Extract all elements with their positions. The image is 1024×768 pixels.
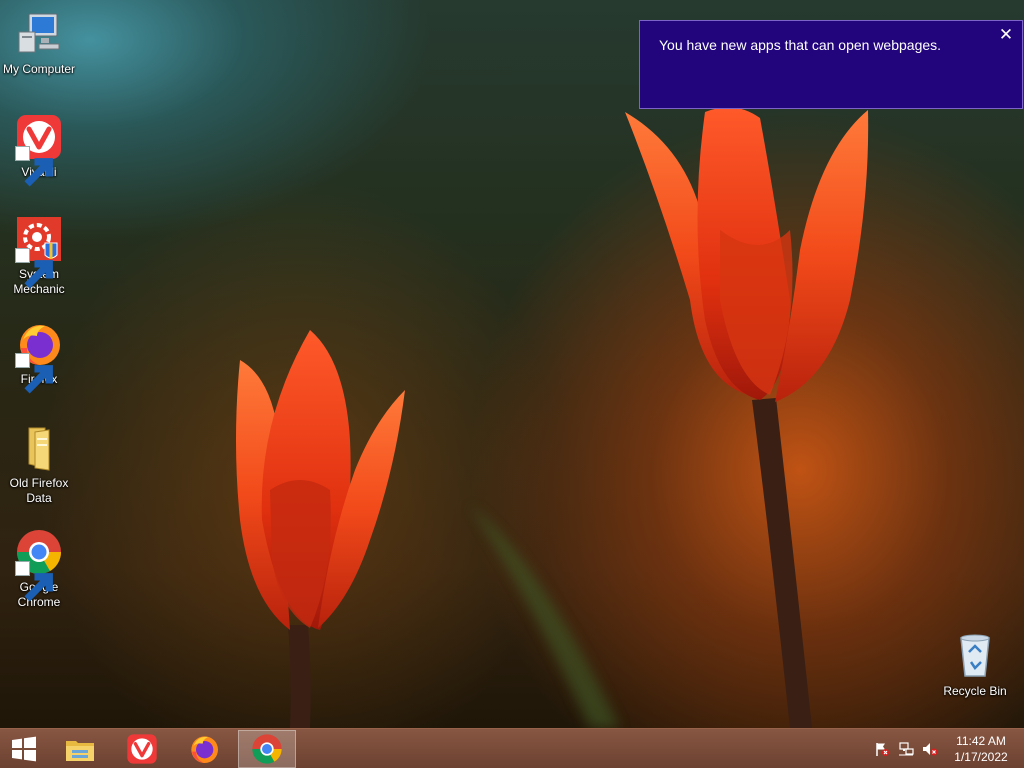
desktop-icon-system-mechanic[interactable]: System Mechanic (0, 215, 78, 297)
taskbar-clock[interactable]: 11:42 AM 1/17/2022 (944, 733, 1018, 765)
volume-muted-icon[interactable] (922, 741, 938, 757)
clock-time: 11:42 AM (956, 734, 1006, 748)
vivaldi-icon (127, 734, 157, 764)
chrome-icon (252, 734, 282, 764)
desktop-icon-old-firefox-data[interactable]: Old Firefox Data (0, 424, 78, 506)
desktop-icon-recycle-bin[interactable]: Recycle Bin (936, 632, 1014, 699)
recycle-bin-icon (951, 632, 999, 680)
close-icon[interactable]: ✕ (998, 26, 1014, 43)
windows-logo-icon (12, 736, 36, 762)
taskbar: 11:42 AM 1/17/2022 (0, 728, 1024, 768)
shortcut-arrow-icon (15, 146, 53, 187)
notification-message: You have new apps that can open webpages… (659, 37, 942, 53)
taskbar-file-explorer-button[interactable] (52, 730, 108, 768)
taskbar-vivaldi-button[interactable] (114, 730, 170, 768)
taskbar-firefox-button[interactable] (176, 730, 232, 768)
chrome-icon (15, 528, 63, 602)
desktop-icon-firefox[interactable]: Firefox (0, 320, 78, 394)
network-icon[interactable] (898, 741, 914, 757)
firefox-icon (191, 736, 218, 763)
system-mechanic-icon (15, 215, 63, 289)
folder-icon (15, 424, 63, 472)
action-center-flag-icon[interactable] (874, 741, 890, 757)
tulip-wallpaper (236, 107, 869, 728)
desktop-icon-vivaldi[interactable]: Vivaldi (0, 113, 78, 187)
taskbar-chrome-button[interactable] (238, 730, 296, 768)
shortcut-arrow-icon (15, 248, 53, 289)
desktop[interactable]: My Computer Vivaldi System Mechanic Fire… (0, 0, 1024, 728)
start-button[interactable] (0, 730, 48, 768)
notification-toast[interactable]: You have new apps that can open webpages… (639, 20, 1023, 109)
firefox-icon (15, 320, 63, 394)
desktop-icon-label: Recycle Bin (943, 684, 1007, 698)
shortcut-arrow-icon (15, 561, 53, 602)
clock-date: 1/17/2022 (954, 750, 1008, 764)
computer-icon (15, 10, 63, 58)
desktop-icon-google-chrome[interactable]: Google Chrome (0, 528, 78, 610)
desktop-icon-my-computer[interactable]: My Computer (0, 10, 78, 77)
file-explorer-icon (66, 741, 94, 761)
desktop-icon-label: My Computer (2, 62, 76, 76)
vivaldi-icon (15, 113, 63, 187)
shortcut-arrow-icon (15, 353, 53, 394)
desktop-icon-label: Old Firefox Data (9, 476, 69, 505)
